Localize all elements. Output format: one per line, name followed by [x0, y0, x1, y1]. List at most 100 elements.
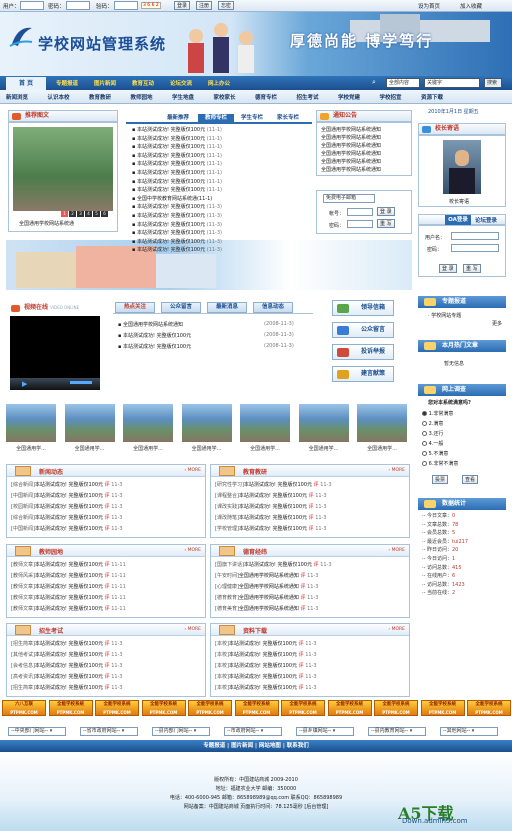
notice-item[interactable]: 全国通用学校网站系统通知 [321, 142, 381, 149]
tab-forum-login[interactable]: 论坛登录 [475, 216, 497, 224]
login-button[interactable]: 登录 [174, 1, 191, 10]
hot-item[interactable]: ▪ 全国通用学校网站系统通知 (2008-11-3) [118, 321, 294, 328]
news-list-item[interactable]: ▪ 本站测试成功! 完整版仅100元 (11-3) [132, 229, 222, 236]
mail-login-button[interactable]: 登 录 [377, 207, 395, 216]
link-select[interactable]: --县内部门网站-- ▾ [152, 727, 210, 736]
pic-news-caption[interactable]: 全国通用学校网站系统通 [19, 220, 74, 227]
oa-login-button[interactable]: 登 录 [439, 264, 457, 273]
password-input[interactable] [66, 1, 90, 10]
gallery-caption[interactable]: 全国通用学... [6, 445, 56, 452]
poll-option[interactable]: 6.非常不满意 [422, 460, 458, 467]
section-item[interactable]: [本校]本站测试成功! 完整版仅100元 评 11-3 [215, 640, 317, 647]
gallery-caption[interactable]: 全国通用学... [357, 445, 407, 452]
oa-pass-input[interactable] [451, 244, 499, 252]
subnav-item[interactable]: 学校党建 [338, 93, 360, 101]
video-player[interactable] [10, 316, 100, 378]
subnav-item[interactable]: 家校家长 [214, 93, 236, 101]
hot-item[interactable]: ▪ 本站测试成功! 完整版仅100元 (2008-11-3) [118, 343, 294, 350]
subnav-item[interactable]: 学生地盘 [172, 93, 194, 101]
subnav-item[interactable]: 学校招宣 [380, 93, 402, 101]
ad-banner[interactable]: 全能学校系统 PTPMK.COM [95, 700, 139, 716]
section-item[interactable]: [课改实践]本站测试成功! 完整版仅100元 评 11-3 [215, 503, 327, 510]
username-input[interactable] [20, 1, 44, 10]
section-item[interactable]: [午安时间]全国通用学校网站系统通知 评 11-3 [215, 572, 318, 579]
center-tab[interactable]: 最新消息 [207, 302, 247, 313]
section-item[interactable]: [招生简章]本站测试成功! 完整版仅100元 评 11-3 [11, 640, 123, 647]
poll-option[interactable]: 3.还行 [422, 430, 443, 437]
poll-option[interactable]: 1.非常满意 [422, 410, 453, 417]
news-list-item[interactable]: ▪ 全国中学校教育网站系统通(11-1) [132, 195, 212, 202]
ad-banner[interactable]: 全能学校系统 PTPMK.COM [374, 700, 418, 716]
section-item[interactable]: [校园新闻]本站测试成功! 完整版仅100元 评 11-3 [11, 503, 123, 510]
pager-button[interactable]: 4 [85, 211, 92, 217]
section-more-link[interactable]: › MORE [388, 468, 405, 473]
section-item[interactable]: [教师文章]本站测试成功! 完整版仅100元 评 11-11 [11, 561, 126, 568]
tab-latest[interactable]: 最新推荐 [160, 114, 196, 123]
tab-teachers[interactable]: 教师专栏 [198, 114, 234, 123]
section-item[interactable]: [教师风采]本站测试成功! 完整版仅100元 评 11-11 [11, 572, 126, 579]
mail-password-input[interactable] [347, 220, 373, 228]
section-item[interactable]: [教师文章]本站测试成功! 完整版仅100元 评 11-11 [11, 605, 126, 612]
subnav-item[interactable]: 德育专栏 [255, 93, 277, 101]
ad-banner[interactable]: 全能学校系统 PTPMK.COM [420, 700, 465, 716]
forgot-password-button[interactable]: 忘密 [218, 1, 235, 10]
poll-option[interactable]: 5.不满意 [422, 450, 448, 457]
section-item[interactable]: [学校管理]本站测试成功! 完整版仅100元 评 11-3 [215, 525, 327, 532]
mail-reset-button[interactable]: 重 写 [377, 219, 395, 228]
center-tab[interactable]: 信息动态 [253, 302, 293, 313]
section-item[interactable]: [德育美育]全国通用学校网站系统通知 评 11-3 [215, 605, 318, 612]
search-input[interactable]: 关键字 [424, 78, 480, 88]
section-item[interactable]: [中国新闻]本站测试成功! 完整版仅100元 评 11-3 [11, 525, 123, 532]
gallery-thumb[interactable] [64, 404, 115, 442]
center-tab[interactable]: 热点关注 [115, 302, 155, 313]
news-list-item[interactable]: ▪ 本站测试成功! 完整版仅100元 (11-1) [132, 135, 222, 142]
section-item[interactable]: [综合新闻]本站测试成功! 完整版仅100元 评 11-3 [11, 514, 123, 521]
section-more-link[interactable]: › MORE [388, 548, 405, 553]
action-button[interactable]: 投诉举报 [332, 344, 394, 360]
news-list-item[interactable]: ▪ 本站测试成功! 完整版仅100元 (11-3) [132, 221, 222, 228]
ad-banner[interactable]: 全能学校系统 PTPMK.COM [141, 700, 186, 716]
poll-vote-button[interactable]: 投票 [432, 475, 449, 484]
section-more-link[interactable]: › MORE [184, 548, 201, 553]
gallery-caption[interactable]: 全国通用学... [299, 445, 349, 452]
pic-news-image[interactable] [13, 127, 113, 211]
section-more-link[interactable]: › MORE [184, 627, 201, 632]
section-more-link[interactable]: › MORE [184, 468, 201, 473]
pager-button[interactable]: 5 [93, 211, 100, 217]
register-button[interactable]: 注册 [196, 1, 213, 10]
section-item[interactable]: [会考信息]本站测试成功! 完整版仅100元 评 11-3 [11, 662, 123, 669]
section-item[interactable]: [高考资讯]本站测试成功! 完整版仅100元 评 11-3 [11, 673, 123, 680]
news-list-item[interactable]: ▪ 本站测试成功! 完整版仅100元 (11-1) [132, 143, 222, 150]
nav-item-office[interactable]: 网上办公 [208, 79, 230, 87]
ad-banner[interactable]: 全能学校系统 PTPMK.COM [234, 700, 279, 716]
pager-button[interactable]: 1 [61, 211, 68, 217]
section-item[interactable]: [招生简章]本站测试成功! 完整版仅100元 评 11-3 [11, 684, 123, 691]
gallery-thumb[interactable] [6, 404, 56, 442]
volume-slider[interactable] [70, 381, 92, 384]
news-list-item[interactable]: ▪ 本站测试成功! 完整版仅100元 (11-3) [132, 238, 222, 245]
section-item[interactable]: [研究性学习]本站测试成功! 完整版仅100元 评 11-3 [215, 481, 332, 488]
section-item[interactable]: [国旗下讲话]本站测试成功! 完整版仅100元 评 11-3 [215, 561, 332, 568]
nav-item-topics[interactable]: 专题报道 [56, 79, 78, 87]
notice-item[interactable]: 全国通用学校网站系统通知 [321, 166, 381, 173]
link-select[interactable]: --县乡镇网站-- ▾ [296, 727, 354, 736]
principal-caption[interactable]: 校长寄语 [449, 198, 469, 205]
section-item[interactable]: [教师文章]本站测试成功! 完整版仅100元 评 11-11 [11, 594, 126, 601]
gallery-thumb[interactable] [357, 404, 407, 442]
subnav-item[interactable]: 认识本校 [48, 93, 70, 101]
gallery-caption[interactable]: 全国通用学... [240, 445, 290, 452]
topic-more-link[interactable]: 更多 [492, 320, 502, 327]
nav-item-forum[interactable]: 论坛交流 [170, 79, 192, 87]
link-select[interactable]: --其他网站-- ▾ [440, 727, 498, 736]
pager-button[interactable]: 3 [77, 211, 84, 217]
gallery-caption[interactable]: 全国通用学... [123, 445, 173, 452]
tab-oa-login[interactable]: OA登录 [445, 215, 471, 225]
mail-provider-select[interactable]: 免费电子邮箱 [323, 194, 375, 203]
poll-view-button[interactable]: 查看 [462, 475, 479, 484]
action-button[interactable]: 公众留言 [332, 322, 394, 338]
gallery-caption[interactable]: 全国通用学... [65, 445, 115, 452]
search-scope-select[interactable]: 全部内容 [386, 78, 420, 88]
subnav-item[interactable]: 资源下载 [421, 93, 443, 101]
center-tab[interactable]: 公众留言 [161, 302, 201, 313]
captcha-input[interactable] [114, 1, 138, 10]
